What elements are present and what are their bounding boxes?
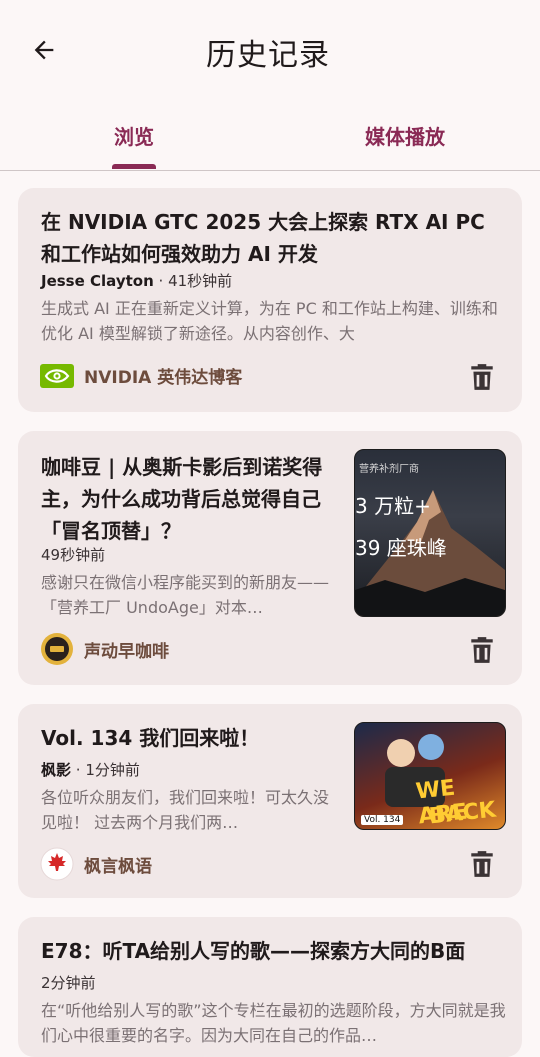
thumb-stat-1: 3 万粒+ (355, 494, 431, 518)
thumb-caption: 营养补剂厂商 (359, 464, 419, 475)
article-summary: 生成式 AI 正在重新定义计算，为在 PC 和工作站上构建、训练和优化 AI 模… (41, 299, 498, 343)
thumb-stat-2: 39 座珠峰 (355, 536, 447, 560)
article-meta: 2分钟前 (41, 972, 96, 993)
history-card[interactable]: 咖啡豆 | 从奥斯卡影后到诺奖得主，为什么成功背后总觉得自己「冒名顶替」？ 49… (18, 431, 522, 685)
source-name: 枫言枫语 (84, 856, 152, 877)
article-time: 2分钟前 (41, 974, 96, 992)
history-card[interactable]: 在 NVIDIA GTC 2025 大会上探索 RTX AI PC 和工作站如何… (18, 188, 522, 412)
article-author: 枫影 (41, 761, 72, 779)
history-card[interactable]: Vol. 134 我们回来啦！ 枫影 · 1分钟前 各位听众朋友们，我们回来啦！… (18, 704, 522, 898)
article-title: E78：听TA给别人写的歌——探索方大同的B面 (41, 939, 466, 963)
article-source[interactable]: 枫言枫语 (40, 847, 152, 881)
article-time: 49秒钟前 (41, 546, 106, 564)
back-button[interactable] (22, 26, 66, 74)
article-summary: 在“听他给别人写的歌”这个专栏在最初的选题阶段，方大同就是我们心中很重要的名字。… (41, 1001, 506, 1045)
maple-leaf-logo-icon (40, 847, 74, 881)
meta-separator: · (158, 272, 169, 290)
article-meta: 枫影 · 1分钟前 (41, 759, 140, 780)
article-source[interactable]: NVIDIA 英伟达博客 (40, 363, 242, 388)
article-title: 在 NVIDIA GTC 2025 大会上探索 RTX AI PC 和工作站如何… (41, 210, 485, 266)
delete-button[interactable] (466, 634, 498, 666)
trash-icon (471, 851, 493, 877)
article-meta: 49秒钟前 (41, 544, 105, 565)
article-summary: 各位听众朋友们，我们回来啦！可太久没见啦！ 过去两个月我们两… (41, 788, 330, 832)
article-summary: 感谢只在微信小程序能买到的新朋友——「营养工厂 UndoAge」对本… (41, 573, 330, 617)
delete-button[interactable] (466, 848, 498, 880)
article-time: 1分钟前 (85, 761, 140, 779)
article-source[interactable]: 声动早咖啡 (40, 632, 169, 666)
article-title: Vol. 134 我们回来啦！ (41, 726, 260, 750)
source-name: NVIDIA 英伟达博客 (84, 368, 243, 388)
article-author: Jesse Clayton (41, 272, 154, 290)
history-card[interactable]: E78：听TA给别人写的歌——探索方大同的B面 2分钟前 在“听他给别人写的歌”… (18, 917, 522, 1057)
article-time: 41秒钟前 (168, 272, 233, 290)
article-title: 咖啡豆 | 从奥斯卡影后到诺奖得主，为什么成功背后总觉得自己「冒名顶替」？ (41, 455, 323, 543)
tab-media-playback[interactable]: 媒体播放 (330, 100, 480, 170)
trash-icon (471, 364, 493, 390)
arrow-back-icon (34, 40, 54, 60)
tab-browse[interactable]: 浏览 (84, 100, 184, 170)
tab-indicator (112, 164, 156, 169)
tab-bar: 浏览 媒体播放 (0, 100, 540, 171)
article-thumbnail: WE ARE BACK Vol. 134 (354, 722, 506, 830)
delete-button[interactable] (466, 361, 498, 393)
meta-separator: · (75, 761, 86, 779)
page-title: 历史记录 (206, 38, 330, 73)
thumb-volume: Vol. 134 (361, 815, 404, 825)
top-app-bar: 历史记录 (0, 0, 540, 100)
trash-icon (471, 637, 493, 663)
podcast-logo-icon (41, 633, 73, 665)
source-name: 声动早咖啡 (84, 641, 169, 662)
nvidia-logo-icon (40, 363, 74, 388)
article-thumbnail: 营养补剂厂商 3 万粒+ 39 座珠峰 (354, 449, 506, 617)
article-meta: Jesse Clayton · 41秒钟前 (41, 270, 232, 291)
